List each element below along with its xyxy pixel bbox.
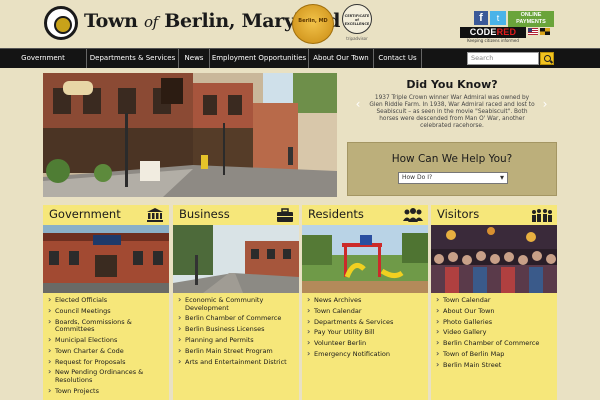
twitter-icon[interactable]: t — [490, 11, 506, 25]
list-item[interactable]: Municipal Elections — [43, 336, 169, 345]
chevron-left-icon[interactable]: ‹ — [353, 97, 363, 111]
card-business: Business Economic & Community Developmen… — [173, 205, 299, 400]
card-title: Visitors — [437, 207, 480, 221]
card-body: News Archives Town Calendar Departments … — [302, 293, 428, 400]
card-title: Business — [179, 207, 230, 221]
list-item[interactable]: Photo Galleries — [431, 318, 557, 327]
crowd-icon — [532, 209, 552, 222]
site-header: Town of Berlin, Maryland Berlin, MD CERT… — [0, 0, 600, 48]
card-header[interactable]: Government — [43, 205, 169, 225]
nav-item-employment[interactable]: Employment Opportunities — [210, 49, 309, 68]
card-body: Economic & Community Development Berlin … — [173, 293, 299, 400]
list-item[interactable]: Town Calendar — [431, 296, 557, 305]
business-photo — [173, 225, 299, 293]
list-item[interactable]: Economic & Community Development — [173, 296, 299, 312]
people-icon — [403, 208, 423, 222]
list-item[interactable]: About Our Town — [431, 307, 557, 316]
search-icon[interactable] — [540, 52, 554, 65]
help-title: How Can We Help You? — [391, 153, 513, 165]
card-government: Government Elected Officials Council Mee… — [43, 205, 169, 400]
main-nav: Government Departments & Services News E… — [0, 48, 600, 68]
list-item[interactable]: Boards, Commissions & Committees — [43, 318, 169, 334]
nav-item-contact[interactable]: Contact Us — [374, 49, 422, 68]
card-residents: Residents News Archives Town Calendar De… — [302, 205, 428, 400]
columns-icon — [147, 208, 163, 222]
search-input[interactable]: Search — [467, 52, 539, 65]
list-item[interactable]: Berlin Chamber of Commerce — [431, 339, 557, 348]
hero-photo — [43, 73, 337, 197]
list-item[interactable]: Town Charter & Code — [43, 347, 169, 356]
did-you-know-title: Did You Know? — [406, 78, 498, 91]
list-item[interactable]: Town of Berlin Map — [431, 350, 557, 359]
list-item[interactable]: News Archives — [302, 296, 428, 305]
chevron-right-icon[interactable]: › — [540, 97, 550, 111]
nav-item-government[interactable]: Government — [0, 49, 87, 68]
card-header[interactable]: Residents — [302, 205, 428, 225]
government-photo — [43, 225, 169, 293]
card-title: Government — [49, 207, 121, 221]
list-item[interactable]: Council Meetings — [43, 307, 169, 316]
list-item[interactable]: Berlin Chamber of Commerce — [173, 314, 299, 323]
list-item[interactable]: Departments & Services — [302, 318, 428, 327]
help-panel: How Can We Help You? How Do I? — [347, 142, 557, 196]
online-payments-button[interactable]: ONLINE PAYMENTS — [508, 11, 554, 27]
codered-logo[interactable]: CODERED — [460, 27, 526, 38]
tripadvisor-ring-icon: CERTIFICATE of EXCELLENCE — [342, 4, 372, 34]
nav-item-departments[interactable]: Departments & Services — [87, 49, 179, 68]
list-item[interactable]: Pay Your Utility Bill — [302, 328, 428, 337]
briefcase-icon — [277, 208, 293, 222]
list-item[interactable]: Berlin Main Street — [431, 361, 557, 370]
list-item[interactable]: Emergency Notification — [302, 350, 428, 359]
nav-item-news[interactable]: News — [179, 49, 210, 68]
award-badge-gold[interactable]: Berlin, MD — [292, 4, 334, 44]
list-item[interactable]: Video Gallery — [431, 328, 557, 337]
nav-item-about[interactable]: About Our Town — [309, 49, 374, 68]
card-header[interactable]: Visitors — [431, 205, 557, 225]
card-title: Residents — [308, 207, 364, 221]
list-item[interactable]: Planning and Permits — [173, 336, 299, 345]
list-item[interactable]: Volunteer Berlin — [302, 339, 428, 348]
visitors-photo — [431, 225, 557, 293]
list-item[interactable]: Elected Officials — [43, 296, 169, 305]
list-item[interactable]: Town Projects — [43, 387, 169, 396]
list-item[interactable]: Berlin Main Street Program — [173, 347, 299, 356]
card-body: Town Calendar About Our Town Photo Galle… — [431, 293, 557, 400]
residents-photo — [302, 225, 428, 293]
flag-icon — [528, 28, 550, 37]
facebook-icon[interactable]: f — [474, 11, 488, 25]
codered-tagline: Keeping citizens informed — [467, 38, 519, 43]
list-item[interactable]: Town Calendar — [302, 307, 428, 316]
did-you-know-text: 1937 Triple Crown winner War Admiral was… — [369, 95, 535, 129]
did-you-know-panel: Did You Know? ‹ 1937 Triple Crown winner… — [347, 73, 557, 139]
tripadvisor-badge[interactable]: CERTIFICATE of EXCELLENCE tripadvisor — [340, 4, 374, 44]
list-item[interactable]: New Pending Ordinances & Resolutions — [43, 368, 169, 384]
list-item[interactable]: Arts and Entertainment District — [173, 358, 299, 367]
list-item[interactable]: Request for Proposals — [43, 358, 169, 367]
card-body: Elected Officials Council Meetings Board… — [43, 293, 169, 400]
how-do-i-select[interactable]: How Do I? — [398, 172, 508, 184]
card-header[interactable]: Business — [173, 205, 299, 225]
list-item[interactable]: Berlin Business Licenses — [173, 325, 299, 334]
town-seal-icon[interactable] — [44, 6, 78, 40]
card-visitors: Visitors Town Calendar About Our Town Ph… — [431, 205, 557, 400]
